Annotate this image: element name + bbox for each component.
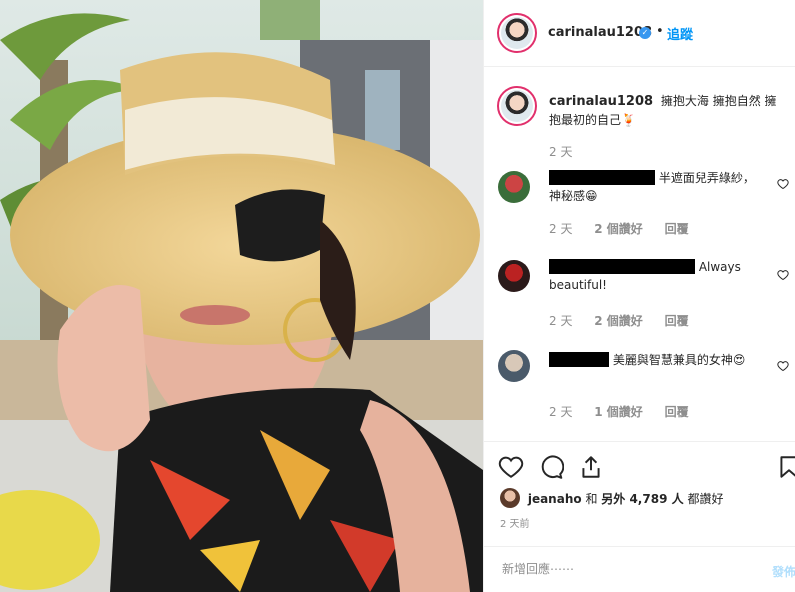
reply-button[interactable]: 回覆 bbox=[665, 222, 689, 236]
verified-badge-icon: ✓ bbox=[639, 27, 651, 39]
redacted-username bbox=[549, 352, 609, 367]
add-comment-bar: 發佈 bbox=[484, 546, 795, 592]
like-comment-heart-icon[interactable] bbox=[777, 178, 789, 190]
comment-time[interactable]: 2 天 bbox=[549, 314, 572, 328]
comment-text-block: Always beautiful! bbox=[549, 258, 764, 294]
comment-text: 美麗與智慧兼具的女神😍 bbox=[612, 353, 746, 367]
comment-meta: 2 天 2 個讚好 回覆 bbox=[549, 312, 707, 329]
likes-suffix: 都讚好 bbox=[687, 492, 724, 506]
liker-username[interactable]: jeanaho bbox=[528, 492, 582, 506]
bookmark-icon[interactable] bbox=[776, 454, 795, 480]
post-comment-button[interactable]: 發佈 bbox=[772, 563, 795, 580]
comment-input[interactable] bbox=[500, 561, 744, 577]
follow-button[interactable]: 追蹤 bbox=[667, 24, 693, 43]
caption: carinalau1208 擁抱大海 擁抱自然 擁抱最初的自己🍹 bbox=[549, 92, 779, 129]
comment-meta: 2 天 2 個讚好 回覆 bbox=[549, 220, 707, 237]
avatar-image bbox=[501, 90, 533, 122]
redacted-username bbox=[549, 259, 695, 274]
action-bar bbox=[484, 441, 795, 486]
comment-meta: 2 天 1 個讚好 回覆 bbox=[549, 403, 707, 420]
comment-likes[interactable]: 1 個讚好 bbox=[594, 405, 643, 419]
share-icon[interactable] bbox=[578, 454, 604, 480]
redacted-username bbox=[549, 170, 655, 185]
caption-username[interactable]: carinalau1208 bbox=[549, 94, 653, 109]
like-comment-heart-icon[interactable] bbox=[777, 360, 789, 372]
comment-text-block: 半遮面兒弄綠紗，神秘感😁 bbox=[549, 169, 764, 205]
reply-button[interactable]: 回覆 bbox=[665, 314, 689, 328]
liker-avatar[interactable] bbox=[500, 488, 520, 508]
post-header: carinalau1208 ✓ • 追蹤 bbox=[484, 0, 795, 67]
caption-author-avatar[interactable] bbox=[497, 86, 537, 126]
post-image bbox=[0, 0, 483, 592]
comment-item: Always beautiful! 2 天 2 個讚好 回覆 bbox=[498, 255, 789, 328]
comment-icon[interactable] bbox=[538, 454, 564, 480]
comment-likes[interactable]: 2 個讚好 bbox=[594, 222, 643, 236]
comment-text-block: 美麗與智慧兼具的女神😍 bbox=[549, 351, 764, 369]
commenter-avatar[interactable] bbox=[498, 171, 530, 203]
likes-and: 和 bbox=[585, 492, 598, 506]
caption-time[interactable]: 2 天 bbox=[549, 143, 572, 160]
post-details-panel: carinalau1208 ✓ • 追蹤 carinalau1208 擁抱大海 … bbox=[483, 0, 795, 592]
commenter-avatar[interactable] bbox=[498, 350, 530, 382]
comment-likes[interactable]: 2 個讚好 bbox=[594, 314, 643, 328]
author-username[interactable]: carinalau1208 bbox=[548, 25, 652, 40]
post-time[interactable]: 2 天前 bbox=[500, 515, 530, 530]
avatar-image bbox=[501, 17, 533, 49]
commenter-avatar[interactable] bbox=[498, 260, 530, 292]
separator-dot: • bbox=[656, 24, 664, 39]
likes-summary: jeanaho 和 另外 4,789 人 都讚好 bbox=[500, 488, 723, 508]
comment-item: 半遮面兒弄綠紗，神秘感😁 2 天 2 個讚好 回覆 bbox=[498, 166, 789, 237]
reply-button[interactable]: 回覆 bbox=[665, 405, 689, 419]
comment-time[interactable]: 2 天 bbox=[549, 222, 572, 236]
comment-time[interactable]: 2 天 bbox=[549, 405, 572, 419]
post-photo[interactable] bbox=[0, 0, 483, 592]
like-comment-heart-icon[interactable] bbox=[777, 269, 789, 281]
heart-icon[interactable] bbox=[498, 454, 524, 480]
likes-count[interactable]: 另外 4,789 人 bbox=[601, 492, 683, 506]
comment-item: 美麗與智慧兼具的女神😍 2 天 1 個讚好 回覆 bbox=[498, 348, 789, 420]
author-avatar[interactable] bbox=[497, 13, 537, 53]
